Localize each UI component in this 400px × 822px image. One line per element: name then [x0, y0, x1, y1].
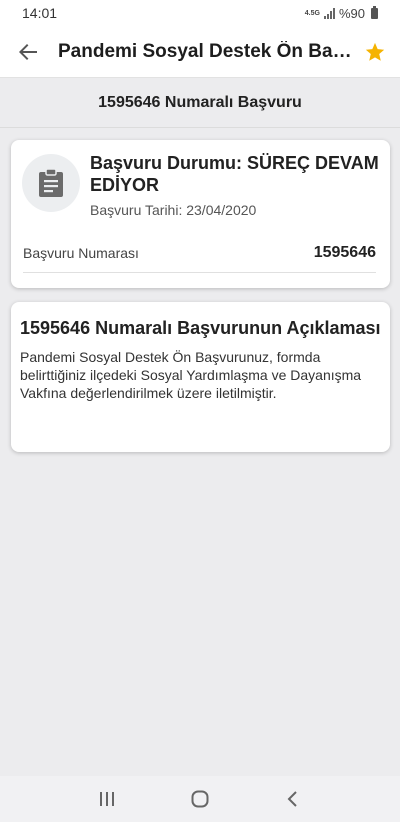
network-type: 4.5G	[304, 9, 320, 17]
battery-level: %90	[338, 5, 365, 21]
page-title: Pandemi Sosyal Destek Ön Başvurusu	[58, 40, 354, 62]
home-icon[interactable]	[180, 779, 220, 819]
application-status-card: Başvuru Durumu: SÜREÇ DEVAM EDİYOR Başvu…	[11, 140, 390, 288]
status-time: 14:01	[22, 5, 58, 21]
signal-icon	[323, 7, 335, 19]
description-title: 1595646 Numaralı Başvurunun Açıklaması	[20, 318, 381, 338]
arrow-left-icon[interactable]	[14, 38, 42, 66]
application-date: Başvuru Tarihi: 23/04/2020	[90, 202, 257, 218]
battery-icon	[371, 5, 378, 19]
application-subheader: 1595646 Numaralı Başvuru	[0, 78, 400, 128]
application-number-value: 1595646	[313, 244, 376, 261]
application-number-label: Başvuru Numarası	[23, 245, 139, 261]
application-description-card: 1595646 Numaralı Başvurunun Açıklaması P…	[11, 302, 390, 452]
recents-icon[interactable]	[87, 779, 127, 819]
star-icon[interactable]	[362, 39, 388, 65]
card-divider	[23, 272, 376, 273]
nav-back-icon[interactable]	[273, 779, 313, 819]
description-body: Pandemi Sosyal Destek Ön Başvurunuz, for…	[20, 349, 362, 401]
system-navigation-bar	[0, 776, 400, 822]
status-bar: 14:01 4.5G %90	[0, 0, 400, 26]
application-number-row: Başvuru Numarası 1595646	[23, 240, 376, 266]
clipboard-icon	[22, 154, 80, 212]
status-indicators: 4.5G %90	[304, 5, 378, 21]
application-status-heading: Başvuru Durumu: SÜREÇ DEVAM EDİYOR	[90, 153, 379, 195]
app-bar: Pandemi Sosyal Destek Ön Başvurusu	[0, 26, 400, 78]
